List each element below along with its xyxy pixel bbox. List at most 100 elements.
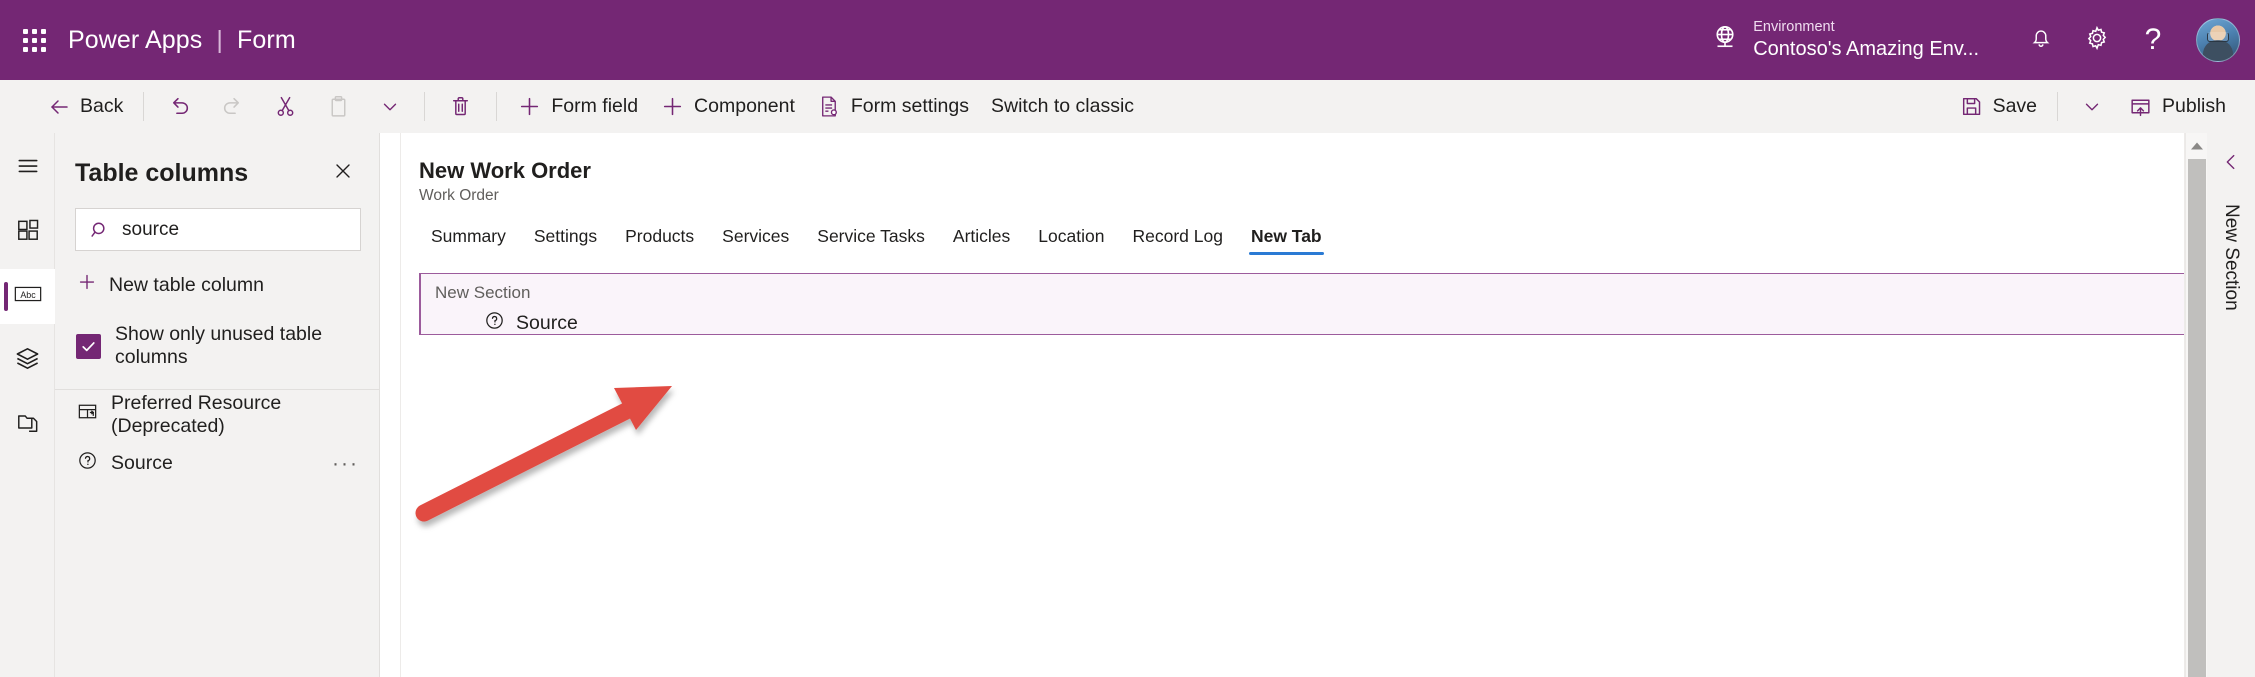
- chevron-left-icon[interactable]: [2216, 147, 2246, 182]
- tab-services[interactable]: Services: [708, 222, 803, 257]
- form-subtitle: Work Order: [419, 187, 499, 204]
- switch-to-classic-button[interactable]: Switch to classic: [980, 80, 1145, 133]
- svg-text:Abc: Abc: [20, 290, 36, 300]
- search-box[interactable]: [75, 208, 467, 251]
- rail-item-menu[interactable]: [0, 141, 55, 196]
- rail-item-table-columns[interactable]: Abc: [0, 269, 55, 324]
- form-settings-label: Form settings: [850, 95, 969, 117]
- arrow-left-icon: [47, 95, 71, 119]
- switch-to-classic-label: Switch to classic: [991, 95, 1135, 117]
- tab-location[interactable]: Location: [1024, 222, 1118, 257]
- tab-label: Service Tasks: [817, 226, 925, 246]
- separator: [424, 92, 426, 121]
- command-bar-right: Save Publish: [1948, 80, 2255, 133]
- scrollbar-thumb[interactable]: [2187, 159, 2206, 677]
- table-columns-panel: Table columns source New table column Sh…: [55, 133, 467, 677]
- form-section[interactable]: New Section Source: [419, 273, 2184, 335]
- overflow-menu[interactable]: ···: [332, 452, 359, 476]
- list-item[interactable]: Preferred Resource (Deprecated): [55, 390, 379, 439]
- environment-picker[interactable]: Environment Contoso's Amazing Env...: [1710, 19, 2013, 61]
- paste-options-button[interactable]: [365, 80, 415, 133]
- checkbox-checked[interactable]: [76, 333, 101, 359]
- save-icon: [1959, 94, 1984, 119]
- app-launcher-button[interactable]: [0, 0, 68, 80]
- paste-button: [312, 80, 365, 133]
- form-field-source[interactable]: Source: [435, 303, 2184, 338]
- tab-label: Articles: [952, 226, 1011, 246]
- back-button[interactable]: Back: [36, 80, 134, 133]
- app-name[interactable]: Power Apps: [68, 26, 202, 55]
- left-rail: Abc: [0, 133, 55, 677]
- chevron-down-icon: [379, 96, 401, 118]
- undo-button[interactable]: [153, 80, 206, 133]
- form-canvas-area: New Work Order Work Order Summary Settin…: [380, 133, 2255, 677]
- delete-button[interactable]: [434, 80, 487, 133]
- publish-button[interactable]: Publish: [2117, 80, 2237, 133]
- form-field-label: Source: [516, 312, 578, 334]
- form-field-button[interactable]: Form field: [506, 80, 649, 133]
- rail-item-tree-view[interactable]: [0, 333, 55, 388]
- workspace: Abc Table columns source New table colum…: [0, 133, 2255, 677]
- form-field-label: Form field: [551, 95, 639, 117]
- globe-icon: [1710, 22, 1740, 57]
- redo-button: [206, 80, 259, 133]
- environment-label: Environment: [1753, 18, 1835, 35]
- new-table-column-button[interactable]: New table column: [55, 251, 379, 305]
- show-unused-label: Show only unused table columns: [115, 323, 323, 368]
- tab-label: Summary: [431, 226, 506, 246]
- tab-settings[interactable]: Settings: [520, 222, 611, 257]
- form-tab-strip: Summary Settings Products Services Servi…: [401, 205, 2184, 257]
- settings-button[interactable]: [2069, 0, 2125, 80]
- plus-icon: [76, 271, 98, 299]
- save-button[interactable]: Save: [1948, 80, 2048, 133]
- list-item[interactable]: Source ···: [55, 439, 379, 488]
- search-icon: [89, 219, 111, 241]
- notifications-button[interactable]: [2013, 0, 2069, 80]
- rail-item-components[interactable]: [0, 205, 55, 260]
- tab-service-tasks[interactable]: Service Tasks: [803, 222, 939, 257]
- tab-label: Services: [722, 226, 790, 246]
- canvas-left-gutter: [380, 133, 400, 677]
- separator: [2057, 92, 2059, 121]
- tab-new-tab[interactable]: New Tab: [1237, 222, 1336, 257]
- scissors-icon: [273, 94, 298, 119]
- back-label: Back: [80, 95, 124, 117]
- tab-record-log[interactable]: Record Log: [1118, 222, 1236, 257]
- cut-button[interactable]: [259, 80, 312, 133]
- abc-icon: Abc: [13, 281, 43, 312]
- form-settings-button[interactable]: Form settings: [806, 80, 980, 133]
- plus-icon: [660, 94, 685, 119]
- panel-title: Table columns: [75, 159, 249, 187]
- help-button[interactable]: ?: [2125, 0, 2181, 80]
- show-unused-checkbox-row[interactable]: Show only unused table columns: [55, 305, 379, 389]
- separator: [496, 92, 498, 121]
- publish-label: Publish: [2162, 95, 2226, 117]
- brand: Power Apps | Form: [68, 26, 296, 55]
- component-button[interactable]: Component: [649, 80, 806, 133]
- panel-header: Table columns: [55, 133, 379, 198]
- component-label: Component: [694, 95, 795, 117]
- right-rail: New Section: [2207, 133, 2255, 677]
- save-options-button[interactable]: [2067, 80, 2117, 133]
- redo-icon: [220, 94, 245, 119]
- copy-icon: [15, 409, 41, 440]
- environment-name: Contoso's Amazing Env...: [1753, 37, 1979, 60]
- list-item-label: Source: [111, 452, 173, 474]
- waffle-icon: [22, 28, 46, 52]
- separator: [143, 92, 145, 121]
- rail-item-related[interactable]: [0, 397, 55, 452]
- right-rail-label: New Section: [2221, 204, 2242, 311]
- publish-icon: [2128, 94, 2153, 119]
- page-name: Form: [237, 25, 296, 54]
- tab-articles[interactable]: Articles: [939, 222, 1024, 257]
- account-button[interactable]: [2181, 0, 2255, 80]
- list-item-label: Preferred Resource (Deprecated): [111, 391, 282, 437]
- question-choice-icon: [76, 449, 99, 478]
- tab-summary[interactable]: Summary: [417, 222, 520, 257]
- caret-up-icon[interactable]: [2190, 133, 2204, 159]
- close-icon[interactable]: [325, 155, 361, 192]
- search-input[interactable]: [122, 218, 367, 241]
- tab-products[interactable]: Products: [611, 222, 708, 257]
- undo-icon: [167, 94, 192, 119]
- canvas-scrollbar[interactable]: [2185, 133, 2207, 677]
